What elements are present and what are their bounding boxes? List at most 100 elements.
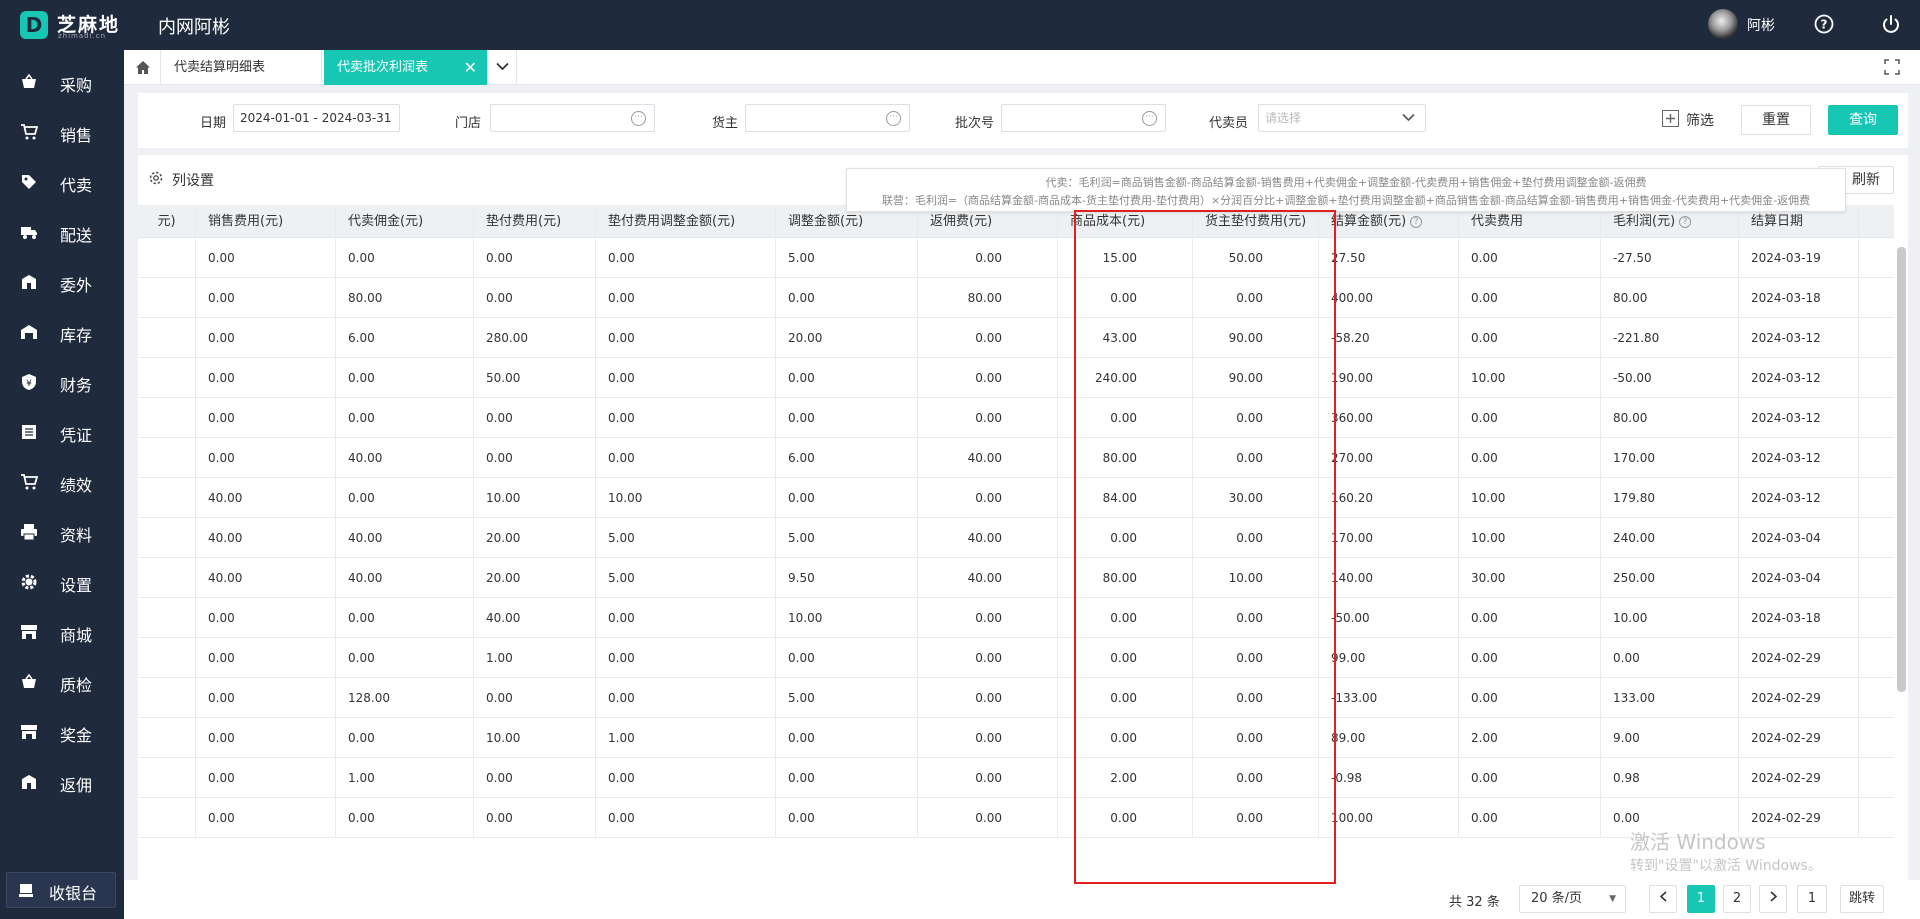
jump-page-input[interactable]: 1 bbox=[1797, 885, 1827, 913]
table-cell: 0.00 bbox=[596, 438, 776, 478]
sidebar-item-1[interactable]: 销售 bbox=[0, 112, 124, 152]
page-size-select[interactable]: 20 条/页 ▼ bbox=[1519, 885, 1626, 913]
fullscreen-icon[interactable] bbox=[1884, 59, 1900, 75]
user-name[interactable]: 阿彬 bbox=[1747, 15, 1775, 35]
table-row[interactable]: 0.00 0.00 0.00 0.00 5.00 0.00 15.00 50.00 27.50 0… bbox=[138, 238, 1894, 278]
table-cell: 99.00 bbox=[1319, 638, 1459, 678]
sidebar-item-7[interactable]: 凭证 bbox=[0, 412, 124, 452]
help-icon[interactable]: ? bbox=[1813, 13, 1835, 35]
chevron-right-icon bbox=[1769, 891, 1777, 902]
avatar[interactable] bbox=[1708, 9, 1738, 39]
table-cell bbox=[138, 398, 196, 438]
table-cell bbox=[138, 518, 196, 558]
table-row[interactable]: 0.00 40.00 0.00 0.00 6.00 40.00 80.00 0.00 270.0… bbox=[138, 438, 1894, 478]
jump-button[interactable]: 跳转 bbox=[1840, 885, 1884, 913]
column-settings-button[interactable]: 列设置 bbox=[148, 170, 214, 190]
next-page-button[interactable] bbox=[1759, 885, 1787, 913]
sidebar-item-label: 设置 bbox=[60, 576, 93, 595]
table-cell: 250.00 bbox=[1601, 558, 1739, 598]
close-icon[interactable]: ✕ bbox=[464, 50, 477, 85]
date-label: 日期 bbox=[200, 116, 227, 131]
sidebar-item-3[interactable]: 配送 bbox=[0, 212, 124, 252]
column-header-label: 代卖费用 bbox=[1471, 214, 1524, 229]
table-cell: 0.00 bbox=[196, 798, 336, 838]
prev-page-button[interactable] bbox=[1649, 885, 1677, 913]
table-cell: 0.00 bbox=[596, 318, 776, 358]
tab-dropdown[interactable] bbox=[487, 50, 517, 85]
column-header[interactable]: 垫付费用调整金额(元) bbox=[596, 205, 776, 238]
store-icon bbox=[21, 725, 37, 739]
seller-select[interactable]: 请选择 bbox=[1258, 104, 1426, 132]
date-range-input[interactable]: 2024-01-01 - 2024-03-31 bbox=[233, 104, 400, 132]
help-icon[interactable]: ? bbox=[1679, 215, 1692, 228]
more-icon[interactable]: ··· bbox=[1142, 111, 1157, 126]
total-count: 共 32 条 bbox=[1449, 895, 1500, 910]
column-header[interactable]: 销售费用(元) bbox=[196, 205, 336, 238]
sidebar-item-6[interactable]: ¥ 财务 bbox=[0, 362, 124, 402]
table-cell bbox=[138, 478, 196, 518]
table-row[interactable]: 0.00 0.00 40.00 0.00 10.00 0.00 0.00 0.00 -50.00… bbox=[138, 598, 1894, 638]
table-row[interactable]: 0.00 0.00 10.00 1.00 0.00 0.00 0.00 0.00 89.00 2.… bbox=[138, 718, 1894, 758]
table-row[interactable]: 40.00 40.00 20.00 5.00 5.00 40.00 0.00 0.00 170.… bbox=[138, 518, 1894, 558]
table-cell: 10.00 bbox=[776, 598, 918, 638]
table-row[interactable]: 40.00 40.00 20.00 5.00 9.50 40.00 80.00 10.00 14… bbox=[138, 558, 1894, 598]
column-header[interactable]: 元) bbox=[138, 205, 196, 238]
table-cell: 0.98 bbox=[1601, 758, 1739, 798]
table-row[interactable]: 0.00 80.00 0.00 0.00 0.00 80.00 0.00 0.00 400.00… bbox=[138, 278, 1894, 318]
vertical-scrollbar[interactable] bbox=[1897, 247, 1906, 692]
voucher-icon bbox=[22, 425, 36, 439]
table-row[interactable]: 0.00 1.00 0.00 0.00 0.00 0.00 2.00 0.00 -0.98 0.0… bbox=[138, 758, 1894, 798]
table-row[interactable]: 0.00 0.00 1.00 0.00 0.00 0.00 0.00 0.00 99.00 0.0… bbox=[138, 638, 1894, 678]
more-icon[interactable]: ··· bbox=[886, 111, 901, 126]
page-2-button[interactable]: 2 bbox=[1723, 885, 1751, 913]
table-cell: 5.00 bbox=[776, 238, 918, 278]
sidebar-item-10[interactable]: 设置 bbox=[0, 562, 124, 602]
filter-toggle[interactable]: 筛选 bbox=[1662, 110, 1714, 131]
sidebar-item-2[interactable]: 代卖 bbox=[0, 162, 124, 202]
sidebar-item-12[interactable]: 质检 bbox=[0, 662, 124, 702]
table-cell: 0.00 bbox=[776, 358, 918, 398]
table-cell: 0.00 bbox=[1459, 278, 1601, 318]
sidebar-item-label: 凭证 bbox=[60, 426, 93, 445]
home-button[interactable] bbox=[124, 50, 161, 85]
store-input[interactable]: ··· bbox=[490, 104, 655, 132]
power-icon[interactable] bbox=[1880, 13, 1902, 35]
reset-button[interactable]: 重置 bbox=[1741, 105, 1811, 135]
table-row[interactable]: 40.00 0.00 10.00 10.00 0.00 0.00 84.00 30.00 160… bbox=[138, 478, 1894, 518]
owner-input[interactable]: ··· bbox=[745, 104, 910, 132]
sidebar-item-9[interactable]: 资料 bbox=[0, 512, 124, 552]
sidebar-item-5[interactable]: 库存 bbox=[0, 312, 124, 352]
table-cell: 0.00 bbox=[918, 478, 1058, 518]
sidebar-item-4[interactable]: 委外 bbox=[0, 262, 124, 302]
column-header[interactable]: 垫付费用(元) bbox=[474, 205, 596, 238]
sidebar-item-14[interactable]: 返佣 bbox=[0, 762, 124, 802]
table-row[interactable]: 0.00 0.00 50.00 0.00 0.00 0.00 240.00 90.00 190.… bbox=[138, 358, 1894, 398]
table-row[interactable]: 0.00 128.00 0.00 0.00 5.00 0.00 0.00 0.00 -133.0… bbox=[138, 678, 1894, 718]
table-cell: 0.00 bbox=[596, 278, 776, 318]
sidebar-item-11[interactable]: 商城 bbox=[0, 612, 124, 652]
table-cell: 40.00 bbox=[336, 438, 474, 478]
tab-batch-profit[interactable]: 代卖批次利润表 ✕ bbox=[324, 50, 487, 85]
top-bar: D 芝麻地 zhimadi.cn 内网阿彬 阿彬 ? bbox=[0, 0, 1920, 50]
column-header[interactable]: 代卖佣金(元) bbox=[336, 205, 474, 238]
tab-settlement-detail[interactable]: 代卖结算明细表 bbox=[161, 50, 322, 85]
table-cell bbox=[138, 798, 196, 838]
table-cell: 0.00 bbox=[776, 758, 918, 798]
column-header-label: 结算金额(元) bbox=[1331, 214, 1407, 229]
table-cell: -50.00 bbox=[1601, 358, 1739, 398]
page-1-button[interactable]: 1 bbox=[1687, 885, 1715, 913]
batch-input[interactable]: ··· bbox=[1001, 104, 1166, 132]
help-icon[interactable]: ? bbox=[1410, 215, 1423, 228]
sidebar-item-8[interactable]: 绩效 bbox=[0, 462, 124, 502]
query-button[interactable]: 查询 bbox=[1828, 105, 1898, 135]
more-icon[interactable]: ··· bbox=[631, 111, 646, 126]
sidebar-item-13[interactable]: 奖金 bbox=[0, 712, 124, 752]
sidebar-item-0[interactable]: 采购 bbox=[0, 62, 124, 102]
cashier-button[interactable]: 收银台 bbox=[6, 872, 116, 908]
table-cell: 0.00 bbox=[596, 398, 776, 438]
table-cell: 0.00 bbox=[776, 718, 918, 758]
table-row[interactable]: 0.00 0.00 0.00 0.00 0.00 0.00 0.00 0.00 360.00 0.… bbox=[138, 398, 1894, 438]
table-row[interactable]: 0.00 6.00 280.00 0.00 20.00 0.00 43.00 90.00 -58… bbox=[138, 318, 1894, 358]
printer-icon bbox=[21, 524, 37, 541]
table-cell bbox=[138, 678, 196, 718]
